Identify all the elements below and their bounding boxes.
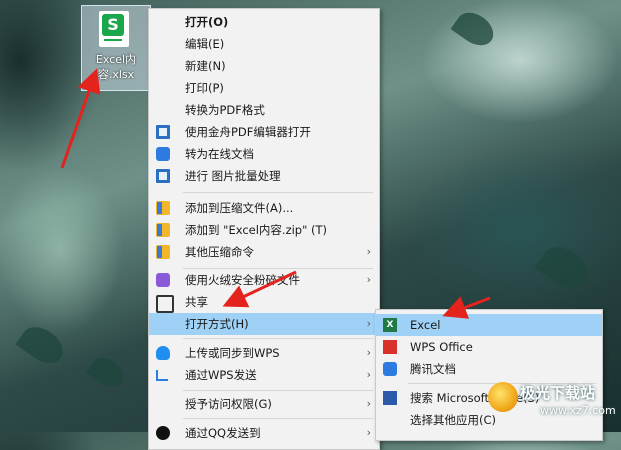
watermark-logo-icon <box>488 382 518 412</box>
arrow-to-excel <box>442 296 491 319</box>
arrow-to-open-with <box>222 270 297 308</box>
watermark: 极光下载站 www.xz7.com <box>488 382 618 432</box>
watermark-title: 极光下载站 <box>520 384 596 402</box>
watermark-url: www.xz7.com <box>540 404 616 417</box>
arrow-to-file <box>60 68 101 169</box>
annotation-arrows <box>60 68 491 319</box>
